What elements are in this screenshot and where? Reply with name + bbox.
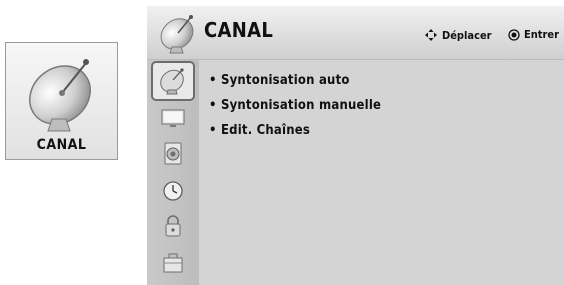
move-hint-label: Déplacer xyxy=(442,28,492,42)
toolbox-icon xyxy=(163,253,183,273)
canal-tile[interactable]: CANAL xyxy=(5,42,118,160)
move-hint: Déplacer xyxy=(424,28,492,42)
sidebar-item-channel[interactable] xyxy=(151,61,195,101)
clock-icon xyxy=(163,181,183,201)
menu-item-auto-tuning[interactable]: • Syntonisation auto xyxy=(209,73,350,88)
speaker-icon xyxy=(164,142,182,165)
sidebar-item-picture[interactable] xyxy=(156,104,190,132)
page-title: CANAL xyxy=(204,18,274,42)
four-way-arrows-icon xyxy=(425,29,437,41)
enter-hint: Entrer xyxy=(508,28,559,41)
ok-dot-icon xyxy=(508,28,520,41)
menu-content: • Syntonisation auto • Syntonisation man… xyxy=(199,60,564,285)
tile-label: CANAL xyxy=(36,137,87,153)
sidebar-item-time[interactable] xyxy=(156,177,190,205)
satellite-dish-icon xyxy=(29,59,91,132)
menu-item-channel-edit[interactable]: • Edit. Chaînes xyxy=(209,123,310,138)
channel-menu-panel: CANAL Déplacer Entrer • Syntonisation au… xyxy=(147,6,564,285)
menu-sidebar xyxy=(147,60,199,285)
enter-hint-label: Entrer xyxy=(524,28,560,41)
satellite-dish-icon xyxy=(160,68,184,95)
menu-header: CANAL Déplacer Entrer xyxy=(147,6,564,60)
sidebar-item-lock[interactable] xyxy=(156,212,190,240)
sidebar-item-audio[interactable] xyxy=(156,140,190,168)
monitor-icon xyxy=(161,109,185,127)
sidebar-item-options[interactable] xyxy=(156,249,190,277)
lock-icon xyxy=(165,215,181,237)
menu-item-manual-tuning[interactable]: • Syntonisation manuelle xyxy=(209,98,381,113)
satellite-dish-icon xyxy=(160,15,194,54)
